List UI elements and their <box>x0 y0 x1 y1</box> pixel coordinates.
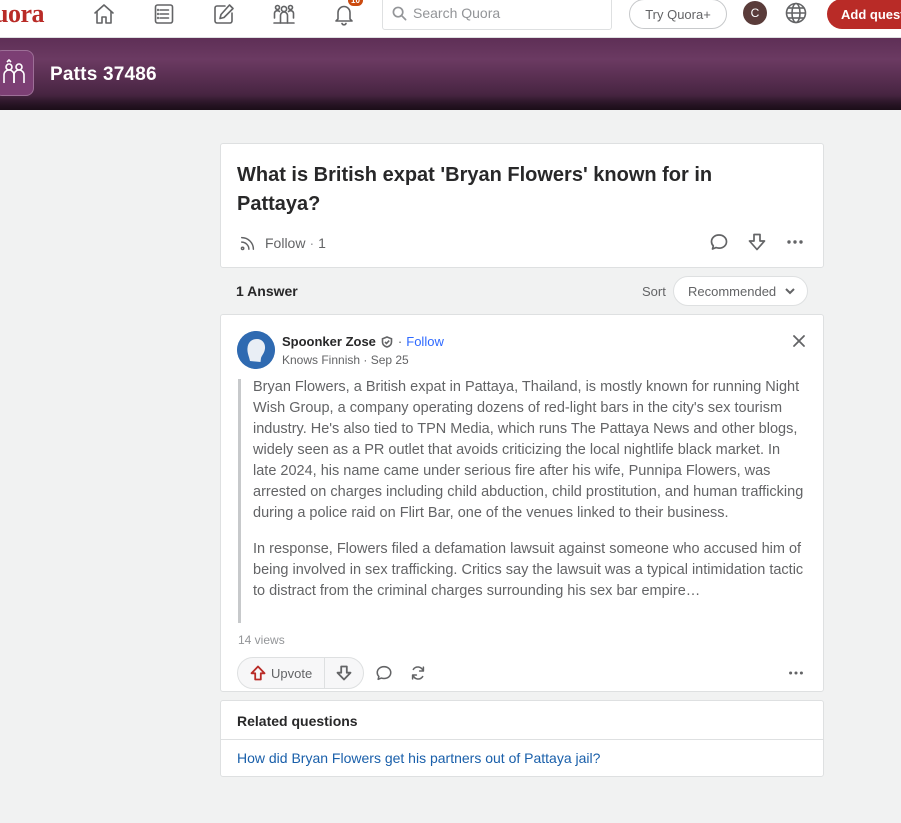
sort-dropdown[interactable]: Recommended <box>673 276 808 306</box>
author-separator: · <box>397 334 403 349</box>
rss-follow-icon <box>240 236 255 251</box>
answer-icon[interactable] <box>210 0 238 28</box>
answer-more-icon[interactable] <box>785 662 807 684</box>
home-icon[interactable] <box>90 0 118 28</box>
follow-author-button[interactable]: Follow <box>406 334 444 349</box>
try-quora-plus-button[interactable]: Try Quora+ <box>629 0 727 29</box>
follow-separator: · <box>309 235 315 251</box>
close-icon[interactable] <box>791 333 807 349</box>
related-question-link[interactable]: How did Bryan Flowers get his partners o… <box>237 750 600 766</box>
question-actions <box>709 232 805 257</box>
quora-logo[interactable]: uora <box>0 0 45 28</box>
follow-question-button[interactable]: Follow · 1 <box>239 234 326 252</box>
related-questions-card: Related questions How did Bryan Flowers … <box>220 700 824 777</box>
more-options-icon[interactable] <box>785 232 805 257</box>
upvote-icon <box>250 665 266 681</box>
downvote-question-icon[interactable] <box>747 232 767 257</box>
globe-icon[interactable] <box>784 1 808 25</box>
author-name[interactable]: Spoonker Zose <box>282 334 376 349</box>
question-card: What is British expat 'Bryan Flowers' kn… <box>220 143 824 268</box>
chevron-down-icon <box>785 288 795 295</box>
top-navigation: uora 10 Try Quora+ C Add question <box>0 0 901 38</box>
answer-paragraph: In response, Flowers filed a defamation … <box>253 541 804 599</box>
view-count: 14 views <box>238 633 285 647</box>
answer-card: Spoonker Zose · Follow Knows Finnish · S… <box>220 314 824 692</box>
answers-header: 1 Answer Sort Recommended <box>236 276 808 306</box>
search-box[interactable] <box>382 0 612 30</box>
comment-icon[interactable] <box>709 232 729 257</box>
space-banner: Patts 37486 <box>0 38 901 110</box>
space-title[interactable]: Patts 37486 <box>50 64 157 86</box>
related-questions-title: Related questions <box>237 713 358 729</box>
search-icon <box>392 6 407 20</box>
upvote-label: Upvote <box>271 665 313 681</box>
author-credential[interactable]: Knows Finnish · Sep 25 <box>282 353 409 367</box>
comment-answer-icon[interactable] <box>373 662 395 684</box>
vote-group: Upvote <box>237 657 365 689</box>
answer-body[interactable]: Bryan Flowers, a British expat in Pattay… <box>253 377 805 602</box>
answer-paragraph: Bryan Flowers, a British expat in Pattay… <box>253 379 804 521</box>
spaces-icon[interactable] <box>270 0 298 28</box>
notification-badge: 10 <box>347 0 364 7</box>
follow-count: 1 <box>318 235 326 251</box>
question-title[interactable]: What is British expat 'Bryan Flowers' kn… <box>237 161 797 219</box>
verified-shield-icon <box>381 335 393 348</box>
divider <box>221 739 823 740</box>
follow-label: Follow <box>265 235 306 251</box>
sort-label: Sort <box>642 284 666 299</box>
upvote-button[interactable]: Upvote <box>238 658 326 688</box>
share-icon[interactable] <box>407 662 429 684</box>
search-input[interactable] <box>413 5 603 21</box>
bell-icon[interactable]: 10 <box>330 0 364 28</box>
quote-bar <box>238 379 241 623</box>
space-avatar-icon[interactable] <box>0 50 34 96</box>
answers-count: 1 Answer <box>236 283 298 299</box>
user-avatar[interactable]: C <box>743 1 767 25</box>
downvote-icon <box>336 665 352 681</box>
author-avatar[interactable] <box>237 331 275 369</box>
author-line: Spoonker Zose · Follow <box>282 334 444 349</box>
following-icon[interactable] <box>150 0 178 28</box>
downvote-button[interactable] <box>325 658 363 688</box>
sort-value: Recommended <box>688 283 777 299</box>
add-question-button[interactable]: Add question <box>827 0 901 29</box>
